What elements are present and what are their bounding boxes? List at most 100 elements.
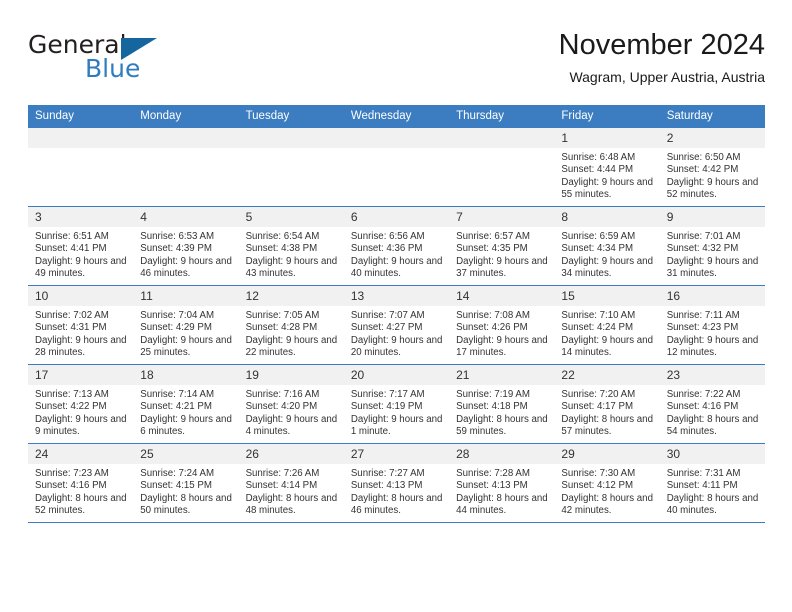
day-cell-inner: 3 Sunrise: 6:51 AM Sunset: 4:41 PM Daylight…: [28, 207, 134, 285]
day-cell[interactable]: 16 Sunrise: 7:11 AM Sunset: 4:23 PM Dayligh…: [659, 285, 765, 365]
day-cell-inner: 21 Sunrise: 7:19 AM Sunset: 4:18 PM Dayligh…: [449, 365, 555, 443]
day-details: Sunrise: 6:54 AM Sunset: 4:38 PM Daylight:…: [239, 227, 344, 281]
day-cell[interactable]: 25 Sunrise: 7:24 AM Sunset: 4:15 PM Dayligh…: [133, 443, 239, 523]
logo-general-blue[interactable]: General Blue: [28, 30, 248, 86]
day-cell[interactable]: 29 Sunrise: 7:30 AM Sunset: 4:12 PM Dayligh…: [554, 443, 660, 523]
day-details: Sunrise: 7:10 AM Sunset: 4:24 PM Daylight:…: [554, 306, 659, 360]
day-cell[interactable]: 17 Sunrise: 7:13 AM Sunset: 4:22 PM Dayligh…: [28, 364, 134, 444]
day-cell[interactable]: 9 Sunrise: 7:01 AM Sunset: 4:32 PM Daylight…: [659, 206, 765, 286]
sunrise-text: Sunrise: 7:07 AM: [350, 310, 425, 321]
day-cell[interactable]: 4 Sunrise: 6:53 AM Sunset: 4:39 PM Daylight…: [133, 206, 239, 286]
day-number: 10: [28, 286, 134, 306]
day-cell[interactable]: 18 Sunrise: 7:14 AM Sunset: 4:21 PM Dayligh…: [133, 364, 239, 444]
day-details: Sunrise: 7:28 AM Sunset: 4:13 PM Daylight:…: [449, 464, 554, 518]
sunset-text: Sunset: 4:35 PM: [456, 243, 528, 255]
day-cell[interactable]: 23 Sunrise: 7:22 AM Sunset: 4:16 PM Dayligh…: [659, 364, 765, 444]
day-cell[interactable]: 28 Sunrise: 7:28 AM Sunset: 4:13 PM Dayligh…: [449, 443, 555, 523]
sunset-text: Sunset: 4:36 PM: [350, 243, 423, 255]
day-number: 6: [343, 207, 450, 227]
day-number: 22: [554, 365, 660, 385]
daylight-text: Daylight: 9 hours and 37 minutes.: [456, 255, 548, 280]
sunrise-text: Sunrise: 6:53 AM: [140, 231, 215, 242]
sunrise-text: Sunrise: 7:14 AM: [140, 389, 215, 400]
sunset-text: Sunset: 4:19 PM: [350, 401, 423, 413]
daylight-text: Daylight: 8 hours and 42 minutes.: [561, 492, 653, 517]
page-title: November 2024: [558, 29, 765, 61]
day-number: 30: [659, 444, 765, 464]
sunrise-text: Sunrise: 7:13 AM: [35, 389, 109, 400]
daylight-text: Daylight: 8 hours and 46 minutes.: [350, 492, 443, 517]
sunset-text: Sunset: 4:24 PM: [561, 322, 634, 334]
day-number: [238, 128, 344, 148]
sunset-text: Sunset: 4:39 PM: [140, 243, 212, 255]
day-cell-empty: [449, 128, 555, 207]
day-cell[interactable]: 1 Sunrise: 6:48 AM Sunset: 4:44 PM Daylight…: [554, 128, 660, 207]
day-details: Sunrise: 7:24 AM Sunset: 4:15 PM Daylight:…: [133, 464, 238, 518]
day-cell[interactable]: 5 Sunrise: 6:54 AM Sunset: 4:38 PM Daylight…: [238, 206, 344, 286]
daylight-text: Daylight: 9 hours and 4 minutes.: [245, 413, 338, 438]
day-cell-inner: 5 Sunrise: 6:54 AM Sunset: 4:38 PM Daylight…: [238, 207, 344, 285]
day-number: 14: [449, 286, 555, 306]
sunset-text: Sunset: 4:21 PM: [140, 401, 212, 413]
day-details: Sunrise: 7:30 AM Sunset: 4:12 PM Daylight:…: [554, 464, 659, 518]
day-cell[interactable]: 21 Sunrise: 7:19 AM Sunset: 4:18 PM Dayligh…: [449, 364, 555, 444]
day-cell[interactable]: 27 Sunrise: 7:27 AM Sunset: 4:13 PM Dayligh…: [343, 443, 450, 523]
day-cell[interactable]: 20 Sunrise: 7:17 AM Sunset: 4:19 PM Dayligh…: [343, 364, 450, 444]
day-cell[interactable]: 10 Sunrise: 7:02 AM Sunset: 4:31 PM Dayligh…: [28, 285, 134, 365]
sunrise-text: Sunrise: 7:16 AM: [245, 389, 320, 400]
day-cell[interactable]: 11 Sunrise: 7:04 AM Sunset: 4:29 PM Dayligh…: [133, 285, 239, 365]
day-cell[interactable]: 30 Sunrise: 7:31 AM Sunset: 4:11 PM Dayligh…: [659, 443, 765, 523]
day-cell[interactable]: 3 Sunrise: 6:51 AM Sunset: 4:41 PM Daylight…: [28, 206, 134, 286]
day-cell-inner: 18 Sunrise: 7:14 AM Sunset: 4:21 PM Dayligh…: [133, 365, 239, 443]
daylight-text: Daylight: 9 hours and 14 minutes.: [561, 334, 653, 359]
daylight-text: Daylight: 9 hours and 46 minutes.: [140, 255, 232, 280]
sunrise-text: Sunrise: 6:51 AM: [35, 231, 109, 242]
sunset-text: Sunset: 4:44 PM: [561, 164, 634, 176]
day-number: [28, 128, 134, 148]
day-cell[interactable]: 15 Sunrise: 7:10 AM Sunset: 4:24 PM Dayligh…: [554, 285, 660, 365]
sunset-text: Sunset: 4:12 PM: [561, 480, 634, 492]
day-cell[interactable]: 14 Sunrise: 7:08 AM Sunset: 4:26 PM Dayligh…: [449, 285, 555, 365]
day-cell-inner: 11 Sunrise: 7:04 AM Sunset: 4:29 PM Dayligh…: [133, 286, 239, 364]
day-cell[interactable]: 2 Sunrise: 6:50 AM Sunset: 4:42 PM Daylight…: [659, 128, 765, 207]
day-cell[interactable]: 12 Sunrise: 7:05 AM Sunset: 4:28 PM Dayligh…: [238, 285, 344, 365]
sunrise-text: Sunrise: 7:11 AM: [666, 310, 740, 321]
day-cell[interactable]: 26 Sunrise: 7:26 AM Sunset: 4:14 PM Dayligh…: [238, 443, 344, 523]
day-details: Sunrise: 7:13 AM Sunset: 4:22 PM Daylight:…: [28, 385, 133, 439]
day-number: 29: [554, 444, 660, 464]
weekday-header-friday: Friday: [554, 105, 660, 128]
sunrise-text: Sunrise: 7:10 AM: [561, 310, 636, 321]
sunset-text: Sunset: 4:34 PM: [561, 243, 634, 255]
sunset-text: Sunset: 4:16 PM: [35, 480, 107, 492]
day-cell[interactable]: 19 Sunrise: 7:16 AM Sunset: 4:20 PM Dayligh…: [238, 364, 344, 444]
daylight-text: Daylight: 8 hours and 52 minutes.: [35, 492, 127, 517]
day-details: Sunrise: 7:04 AM Sunset: 4:29 PM Daylight:…: [133, 306, 238, 360]
day-cell-inner: 1 Sunrise: 6:48 AM Sunset: 4:44 PM Daylight…: [554, 128, 660, 206]
day-details: Sunrise: 7:23 AM Sunset: 4:16 PM Daylight:…: [28, 464, 133, 518]
sunrise-text: Sunrise: 6:59 AM: [561, 231, 636, 242]
sunrise-text: Sunrise: 7:01 AM: [666, 231, 741, 242]
sunrise-text: Sunrise: 6:54 AM: [245, 231, 320, 242]
calendar-table: Sunday Monday Tuesday Wednesday Thursday Frid…: [28, 105, 765, 523]
day-cell-empty: [343, 128, 450, 207]
day-number: 9: [659, 207, 765, 227]
day-details: Sunrise: 6:53 AM Sunset: 4:39 PM Daylight:…: [133, 227, 238, 281]
day-cell-inner: 7 Sunrise: 6:57 AM Sunset: 4:35 PM Daylight…: [449, 207, 555, 285]
calendar-week-row: 3 Sunrise: 6:51 AM Sunset: 4:41 PM Daylight…: [28, 206, 765, 286]
day-cell-inner: 25 Sunrise: 7:24 AM Sunset: 4:15 PM Dayligh…: [133, 444, 239, 522]
daylight-text: Daylight: 9 hours and 40 minutes.: [350, 255, 443, 280]
day-number: 13: [343, 286, 450, 306]
sunset-text: Sunset: 4:18 PM: [456, 401, 528, 413]
calendar-header-row: Sunday Monday Tuesday Wednesday Thursday Frid…: [28, 105, 765, 128]
day-cell-inner: 8 Sunrise: 6:59 AM Sunset: 4:34 PM Daylight…: [554, 207, 660, 285]
day-cell[interactable]: 22 Sunrise: 7:20 AM Sunset: 4:17 PM Dayligh…: [554, 364, 660, 444]
day-cell[interactable]: 24 Sunrise: 7:23 AM Sunset: 4:16 PM Dayligh…: [28, 443, 134, 523]
day-cell[interactable]: 8 Sunrise: 6:59 AM Sunset: 4:34 PM Daylight…: [554, 206, 660, 286]
sunset-text: Sunset: 4:11 PM: [666, 480, 738, 492]
day-cell[interactable]: 7 Sunrise: 6:57 AM Sunset: 4:35 PM Daylight…: [449, 206, 555, 286]
daylight-text: Daylight: 9 hours and 20 minutes.: [350, 334, 443, 359]
day-number: [133, 128, 239, 148]
day-cell-inner: 10 Sunrise: 7:02 AM Sunset: 4:31 PM Dayligh…: [28, 286, 134, 364]
day-cell[interactable]: 13 Sunrise: 7:07 AM Sunset: 4:27 PM Dayligh…: [343, 285, 450, 365]
day-cell[interactable]: 6 Sunrise: 6:56 AM Sunset: 4:36 PM Daylight…: [343, 206, 450, 286]
